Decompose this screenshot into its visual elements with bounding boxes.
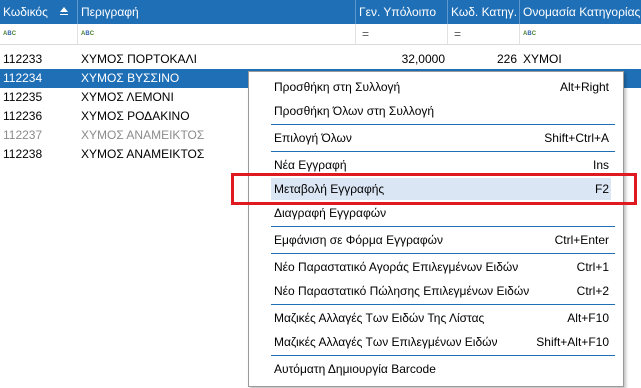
grid-header: Κωδικός Περιγραφή Γεν. Υπόλοιπο Κωδ. Κατ… [0, 0, 641, 24]
menu-item-new-sales-document[interactable]: Νέο Παραστατικό Πώλησης Επιλεγμένων Ειδώ… [271, 280, 611, 302]
menu-item-label: Εμφάνιση σε Φόρμα Εγγραφών [274, 233, 443, 247]
cell-description: ΧΥΜΟΣ ΠΟΡΤΟΚΑΛΙ [81, 52, 197, 66]
menu-item-label: Αυτόματη Δημιουργία Barcode [274, 362, 436, 376]
cell-category-code: 226 [496, 52, 517, 66]
menu-item-shortcut: Shift+Ctrl+A [544, 131, 609, 145]
menu-item-label: Επιλογή Όλων [274, 131, 352, 145]
menu-item-delete-records[interactable]: Διαγραφή Εγγραφών [271, 202, 611, 224]
menu-item-shortcut: Ctrl+Enter [554, 233, 609, 247]
menu-item-label: Προσθήκη Όλων στη Συλλογή [274, 104, 435, 118]
cell-code: 112238 [3, 147, 43, 161]
menu-separator [271, 124, 615, 125]
column-header-code[interactable]: Κωδικός [0, 0, 78, 24]
sort-ascending-icon [60, 7, 68, 15]
abc-filter-icon: ABC [523, 31, 537, 37]
highlight-annotation-box [231, 173, 637, 205]
menu-item-label: Διαγραφή Εγγραφών [274, 206, 387, 220]
cell-code: 112235 [3, 90, 43, 104]
cell-code: 112237 [3, 128, 43, 142]
menu-item-label: Νέο Παραστατικό Αγοράς Επιλεγμένων Ειδών [274, 260, 519, 274]
cell-code: 112236 [3, 109, 43, 123]
column-header-description-label: Περιγραφή [81, 5, 139, 19]
menu-item-label: Προσθήκη στη Συλλογή [274, 80, 401, 94]
cell-code: 112234 [3, 71, 43, 85]
menu-item-add-all-to-collection[interactable]: Προσθήκη Όλων στη Συλλογή [271, 100, 611, 122]
filter-row: ABC ABC = = ABC [0, 24, 641, 45]
equals-filter-icon: = [454, 27, 462, 41]
menu-item-auto-barcode[interactable]: Αυτόματη Δημιουργία Barcode [271, 358, 611, 380]
column-header-code-label: Κωδικός [3, 5, 48, 19]
column-header-category-code-label: Κωδ. Κατηγ. [451, 5, 518, 19]
column-header-balance[interactable]: Γεν. Υπόλοιπο [356, 0, 448, 24]
menu-separator [271, 355, 615, 356]
equals-filter-icon: = [362, 27, 370, 41]
filter-cell-category-name[interactable]: ABC [520, 24, 641, 44]
menu-item-label: Μαζικές Αλλαγές Των Επιλεγμένων Ειδών [274, 335, 498, 349]
context-menu-gutter [249, 72, 269, 386]
abc-filter-icon: ABC [3, 31, 17, 37]
column-header-category-name[interactable]: Ονομασία Κατηγορίας [520, 0, 641, 24]
menu-item-shortcut: Alt+F10 [567, 311, 609, 325]
menu-item-new-purchase-document[interactable]: Νέο Παραστατικό Αγοράς Επιλεγμένων Ειδών… [271, 256, 611, 278]
filter-cell-balance[interactable]: = [356, 24, 448, 44]
filter-cell-category-code[interactable]: = [448, 24, 520, 44]
column-header-category-name-label: Ονομασία Κατηγορίας [523, 5, 641, 19]
menu-separator [271, 304, 615, 305]
cell-balance: 32,0000 [401, 52, 445, 66]
menu-item-shortcut: Alt+Right [559, 80, 609, 94]
column-header-balance-label: Γεν. Υπόλοιπο [359, 5, 437, 19]
menu-item-label: Νέο Παραστατικό Πώλησης Επιλεγμένων Ειδώ… [274, 284, 530, 298]
cell-category-name: ΧΥΜΟΙ [523, 52, 562, 66]
menu-item-bulk-changes-list[interactable]: Μαζικές Αλλαγές Των Ειδών Της Λίστας Alt… [271, 307, 611, 329]
menu-item-shortcut: Ctrl+2 [576, 284, 609, 298]
menu-separator [271, 226, 615, 227]
menu-separator [271, 151, 615, 152]
menu-item-show-in-form[interactable]: Εμφάνιση σε Φόρμα Εγγραφών Ctrl+Enter [271, 229, 611, 251]
filter-cell-description[interactable]: ABC [78, 24, 356, 44]
column-header-category-code[interactable]: Κωδ. Κατηγ. [448, 0, 520, 24]
filter-cell-code[interactable]: ABC [0, 24, 78, 44]
column-header-description[interactable]: Περιγραφή [78, 0, 356, 24]
context-menu: Προσθήκη στη Συλλογή Alt+Right Προσθήκη … [248, 71, 624, 387]
menu-separator [271, 253, 615, 254]
menu-item-add-to-collection[interactable]: Προσθήκη στη Συλλογή Alt+Right [271, 76, 611, 98]
abc-filter-icon: ABC [81, 31, 95, 37]
menu-item-select-all[interactable]: Επιλογή Όλων Shift+Ctrl+A [271, 127, 611, 149]
menu-item-shortcut: Shift+Alt+F10 [536, 335, 609, 349]
menu-item-bulk-changes-selected[interactable]: Μαζικές Αλλαγές Των Επιλεγμένων Ειδών Sh… [271, 331, 611, 353]
menu-item-label: Μαζικές Αλλαγές Των Ειδών Της Λίστας [274, 311, 485, 325]
cell-code: 112233 [3, 52, 43, 66]
table-row[interactable]: 112233 ΧΥΜΟΣ ΠΟΡΤΟΚΑΛΙ 32,0000 226 ΧΥΜΟΙ [0, 50, 641, 69]
menu-item-shortcut: Ctrl+1 [576, 260, 609, 274]
